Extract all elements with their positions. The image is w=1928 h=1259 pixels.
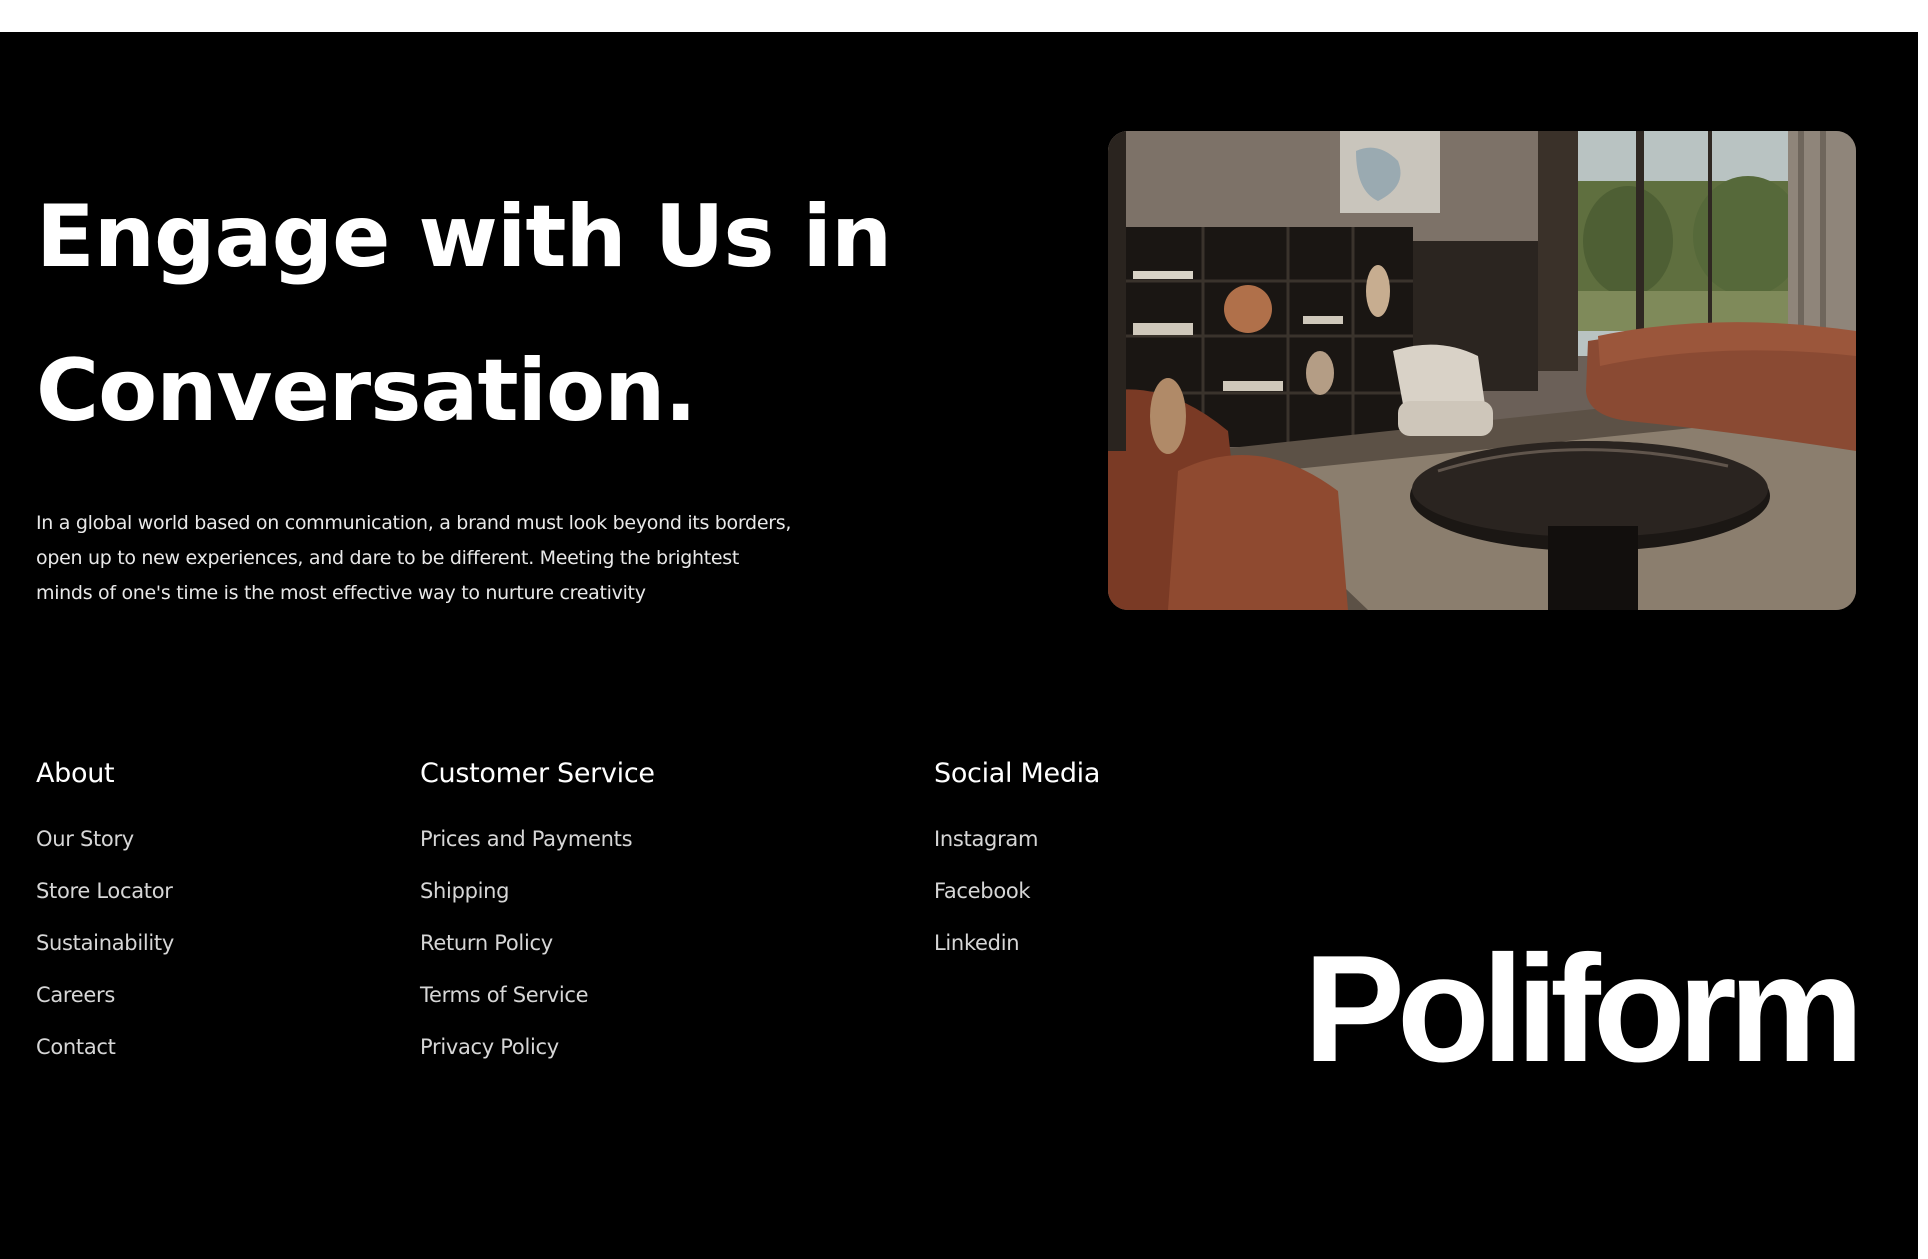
headline-line-2: Conversation.: [36, 341, 697, 441]
headline-line-1: Engage with Us in: [36, 187, 892, 287]
link-facebook[interactable]: Facebook: [934, 878, 1100, 904]
top-strip: [0, 0, 1928, 32]
link-return-policy[interactable]: Return Policy: [420, 930, 655, 956]
link-terms-of-service[interactable]: Terms of Service: [420, 982, 655, 1008]
link-linkedin[interactable]: Linkedin: [934, 930, 1100, 956]
footer-column-customer-service: Customer Service Prices and Payments Shi…: [420, 756, 655, 1086]
intro-line-1: In a global world based on communication…: [36, 512, 792, 534]
link-sustainability[interactable]: Sustainability: [36, 930, 174, 956]
right-strip: [1918, 0, 1928, 1259]
link-shipping[interactable]: Shipping: [420, 878, 655, 904]
footer-column-social-media: Social Media Instagram Facebook Linkedin: [934, 756, 1100, 982]
link-careers[interactable]: Careers: [36, 982, 174, 1008]
column-title-customer-service: Customer Service: [420, 758, 655, 789]
headline: Engage with Us in Conversation.: [36, 160, 916, 468]
footer-column-about: About Our Story Store Locator Sustainabi…: [36, 756, 174, 1086]
hero-image: [1108, 131, 1856, 610]
column-title-about: About: [36, 758, 115, 789]
link-privacy-policy[interactable]: Privacy Policy: [420, 1034, 655, 1060]
link-contact[interactable]: Contact: [36, 1034, 174, 1060]
about-link-list: Our Story Store Locator Sustainability C…: [36, 826, 174, 1060]
link-prices-and-payments[interactable]: Prices and Payments: [420, 826, 655, 852]
brand-logo[interactable]: Poliform: [1296, 933, 1864, 1085]
intro-line-3: minds of one's time is the most effectiv…: [36, 582, 646, 604]
column-title-social-media: Social Media: [934, 758, 1101, 789]
link-store-locator[interactable]: Store Locator: [36, 878, 174, 904]
site-footer: Engage with Us in Conversation. In a glo…: [0, 32, 1918, 1259]
intro-paragraph: In a global world based on communication…: [36, 506, 896, 611]
service-link-list: Prices and Payments Shipping Return Poli…: [420, 826, 655, 1060]
intro-line-2: open up to new experiences, and dare to …: [36, 547, 739, 569]
link-instagram[interactable]: Instagram: [934, 826, 1100, 852]
link-our-story[interactable]: Our Story: [36, 826, 174, 852]
social-link-list: Instagram Facebook Linkedin: [934, 826, 1100, 956]
living-room-photo-icon: [1108, 131, 1856, 610]
